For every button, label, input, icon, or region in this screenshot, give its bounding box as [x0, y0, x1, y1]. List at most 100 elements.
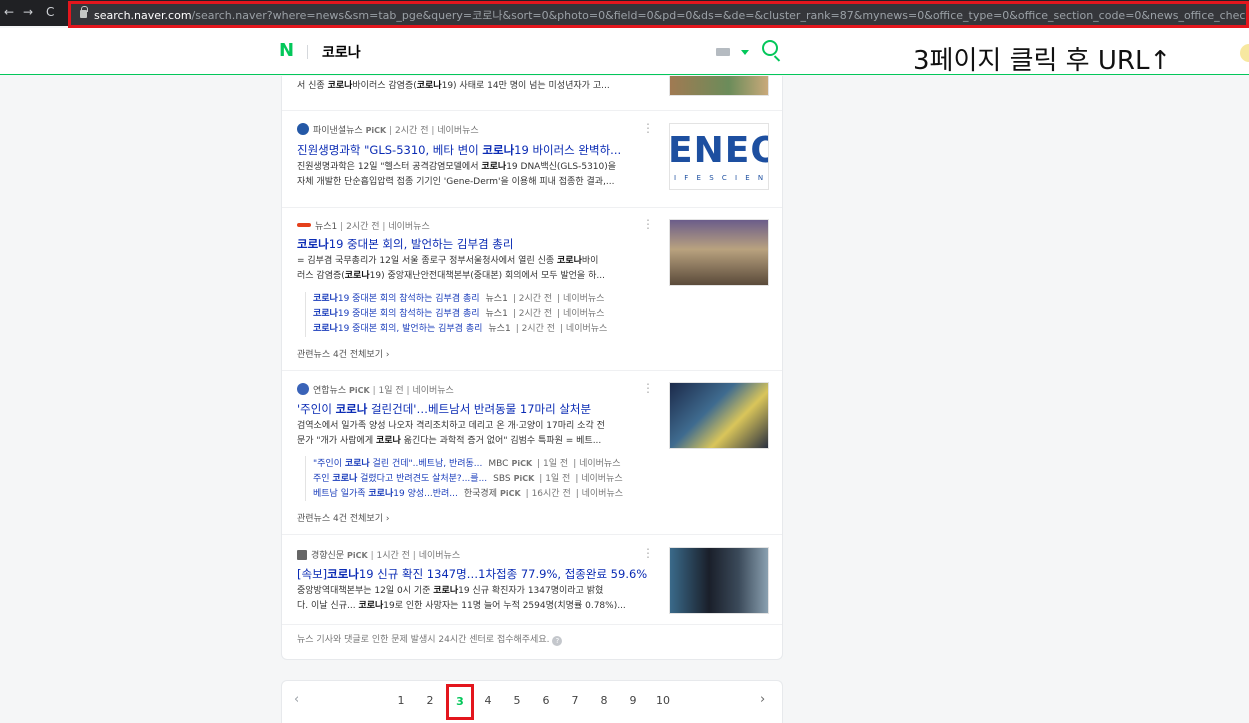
more-options-icon[interactable]: ⋮ [642, 121, 654, 135]
news-desc[interactable]: = 김부겸 국무총리가 12일 서울 종로구 정부서울청사에서 열린 신종 코로… [297, 254, 653, 284]
press-logo-icon [297, 123, 309, 135]
forward-button[interactable]: → [23, 4, 33, 20]
related-news-all-link[interactable]: 관련뉴스 4건 전체보기 › [297, 347, 389, 360]
page-9-button[interactable]: 9 [624, 694, 642, 707]
extension-icon[interactable] [1240, 44, 1249, 62]
news-thumbnail[interactable] [669, 219, 769, 286]
naver-news-link[interactable]: | 네이버뉴스 [560, 324, 607, 334]
news-desc[interactable]: 서 신종 코로나바이러스 감염증(코로나19) 사태로 14만 명이 넘는 미성… [297, 79, 653, 94]
more-options-icon[interactable]: ⋮ [642, 546, 654, 560]
page-5-button[interactable]: 5 [508, 694, 526, 707]
naver-logo[interactable]: N [279, 40, 294, 61]
naver-news-link[interactable]: 네이버뉴스 [412, 386, 453, 396]
pick-badge: PiCK [499, 489, 521, 498]
naver-news-link[interactable]: 네이버뉴스 [437, 126, 478, 136]
news-item: 경향신문 PiCK | 1시간 전 | 네이버뉴스 ⋮ [속보]코로나19 신규… [282, 535, 782, 625]
related-news-item[interactable]: 코로나19 중대본 회의 참석하는 김부겸 총리 뉴스1 | 2시간 전 | 네이버뉴… [313, 307, 607, 322]
annotation-text: 3페이지 클릭 후 URL↑ [913, 46, 1172, 76]
page-7-button[interactable]: 7 [566, 694, 584, 707]
naver-news-link[interactable]: | 네이버뉴스 [557, 294, 604, 304]
news-item: 뉴스1 | 2시간 전 | 네이버뉴스 ⋮ 코로나19 중대본 회의, 발언하는… [282, 208, 782, 371]
page-6-button[interactable]: 6 [537, 694, 555, 707]
news-meta: 파이낸셜뉴스 PiCK | 2시간 전 | 네이버뉴스 [297, 123, 479, 136]
search-icon[interactable] [762, 40, 778, 56]
related-news-time: | 1일 전 [539, 474, 571, 484]
news-desc[interactable]: 검역소에서 일가족 양성 나오자 격리조치하고 데리고 온 개·고양이 17마리… [297, 419, 653, 449]
related-press-name[interactable]: 뉴스1 [486, 309, 508, 319]
related-news-title[interactable]: "주인이 코로나 걸린 건데"..베트남, 반려동... [313, 459, 482, 469]
press-name[interactable]: 연합뉴스 [313, 386, 346, 396]
pick-badge: PiCK [513, 474, 535, 483]
page-4-button[interactable]: 4 [479, 694, 497, 707]
related-news-title[interactable]: 주인 코로나 걸렸다고 반려견도 살처분?...를... [313, 474, 487, 484]
related-press-name[interactable]: 뉴스1 [486, 294, 508, 304]
press-name[interactable]: 파이낸셜뉴스 [313, 126, 363, 136]
url-domain: search.naver.com [94, 9, 192, 22]
news-thumbnail[interactable] [669, 76, 769, 96]
prev-page-button[interactable]: ‹ [294, 692, 299, 707]
related-news-time: | 2시간 전 [512, 294, 553, 304]
news-thumbnail[interactable] [669, 547, 769, 614]
related-press-name[interactable]: MBC [488, 459, 508, 469]
pick-badge: PiCK [365, 126, 387, 135]
related-news-title[interactable]: 코로나19 중대본 회의 참석하는 김부겸 총리 [313, 294, 480, 304]
next-page-button[interactable]: › [760, 692, 765, 707]
related-news-item[interactable]: 베트남 일가족 코로나19 양성...반려... 한국경제 PiCK | 16시간 전… [313, 486, 623, 501]
related-press-name[interactable]: 뉴스1 [488, 324, 510, 334]
naver-news-link[interactable]: | 네이버뉴스 [573, 459, 620, 469]
news-desc[interactable]: 중앙방역대책본부는 12일 0시 기준 코로나19 신규 확진자가 1347명이… [297, 584, 653, 614]
naver-news-link[interactable]: | 네이버뉴스 [557, 309, 604, 319]
related-news-time: | 16시간 전 [525, 489, 571, 499]
keyboard-icon[interactable] [716, 48, 730, 56]
page-1-button[interactable]: 1 [392, 694, 410, 707]
page-8-button[interactable]: 8 [595, 694, 613, 707]
reload-button[interactable]: C [46, 4, 54, 20]
search-query[interactable]: 코로나 [322, 42, 361, 62]
naver-news-link[interactable]: | 네이버뉴스 [576, 489, 623, 499]
news-time: 2시간 전 [395, 126, 429, 136]
help-icon[interactable]: ? [552, 636, 563, 646]
page-2-button[interactable]: 2 [421, 694, 439, 707]
naver-news-link[interactable]: 네이버뉴스 [388, 222, 429, 232]
news-title[interactable]: '주인이 코로나 걸린건데'…베트남서 반려동물 17마리 살처분 [297, 401, 591, 417]
url-path: /search.naver?where=news&sm=tab_pge&quer… [191, 9, 1246, 22]
naver-header: N 코로나 3페이지 클릭 후 URL↑ [0, 28, 1249, 76]
related-news-item[interactable]: "주인이 코로나 걸린 건데"..베트남, 반려동... MBC PiCK | 1일 … [313, 456, 623, 471]
press-name[interactable]: 경향신문 [311, 551, 344, 561]
news-list: 서 신종 코로나바이러스 감염증(코로나19) 사태로 14만 명이 넘는 미성… [281, 76, 783, 660]
news-item: 서 신종 코로나바이러스 감염증(코로나19) 사태로 14만 명이 넘는 미성… [282, 76, 782, 111]
news-item: 파이낸셜뉴스 PiCK | 2시간 전 | 네이버뉴스 ⋮ 진원생명과학 "GL… [282, 111, 782, 208]
related-press-name[interactable]: 한국경제 [464, 489, 497, 499]
news-title[interactable]: [속보]코로나19 신규 확진 1347명…1차접종 77.9%, 접종완료 5… [297, 566, 647, 582]
related-news-title[interactable]: 베트남 일가족 코로나19 양성...반려... [313, 489, 458, 499]
press-name[interactable]: 뉴스1 [315, 222, 337, 232]
related-news-title[interactable]: 코로나19 중대본 회의, 발언하는 김부겸 총리 [313, 324, 482, 334]
news-time: 1시간 전 [376, 551, 410, 561]
news-meta: 뉴스1 | 2시간 전 | 네이버뉴스 [297, 219, 430, 232]
chevron-down-icon[interactable] [741, 50, 749, 55]
news-meta: 연합뉴스 PiCK | 1일 전 | 네이버뉴스 [297, 383, 454, 396]
news-thumbnail[interactable]: ENEO I F E S C I E N C [669, 123, 769, 190]
naver-news-link[interactable]: 네이버뉴스 [419, 551, 460, 561]
press-logo-icon [297, 383, 309, 395]
address-bar[interactable]: search.naver.com/search.naver?where=news… [68, 1, 1249, 28]
related-press-name[interactable]: SBS [493, 474, 510, 484]
page-10-button[interactable]: 10 [654, 694, 672, 707]
header-divider [307, 45, 308, 59]
more-options-icon[interactable]: ⋮ [642, 217, 654, 231]
related-news-list: "주인이 코로나 걸린 건데"..베트남, 반려동... MBC PiCK | 1일 … [305, 456, 623, 501]
more-options-icon[interactable]: ⋮ [642, 381, 654, 395]
back-button[interactable]: ← [4, 4, 14, 20]
related-news-all-link[interactable]: 관련뉴스 4건 전체보기 › [297, 511, 389, 524]
screen: ← → C search.naver.com/search.naver?wher… [0, 0, 1249, 723]
news-title[interactable]: 코로나19 중대본 회의, 발언하는 김부겸 총리 [297, 236, 513, 252]
news-title[interactable]: 진원생명과학 "GLS-5310, 베타 변이 코로나19 바이러스 완벽하..… [297, 142, 621, 158]
related-news-title[interactable]: 코로나19 중대본 회의 참석하는 김부겸 총리 [313, 309, 480, 319]
news-thumbnail[interactable] [669, 382, 769, 449]
news-desc[interactable]: 진원생명과학은 12일 "헬스터 공격감염모델에서 코로나19 DNA백신(GL… [297, 160, 653, 190]
naver-news-link[interactable]: | 네이버뉴스 [575, 474, 622, 484]
related-news-item[interactable]: 주인 코로나 걸렸다고 반려견도 살처분?...를... SBS PiCK | 1일 … [313, 471, 623, 486]
page-3-current[interactable]: 3 [446, 684, 474, 720]
related-news-item[interactable]: 코로나19 중대본 회의, 발언하는 김부겸 총리 뉴스1 | 2시간 전 | 네이버… [313, 322, 607, 337]
related-news-item[interactable]: 코로나19 중대본 회의 참석하는 김부겸 총리 뉴스1 | 2시간 전 | 네이버뉴… [313, 292, 607, 307]
